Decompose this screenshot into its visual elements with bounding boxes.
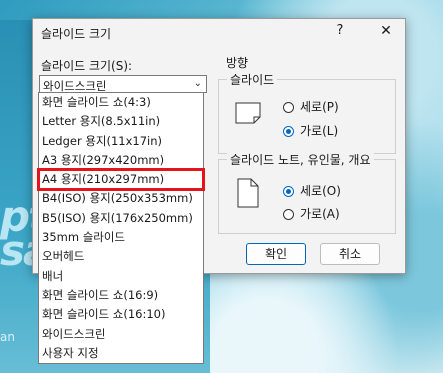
slide-small-text: an (0, 330, 15, 344)
dropdown-option[interactable]: 화면 슬라이드 쇼(4:3) (39, 93, 203, 112)
landscape-page-icon (235, 102, 261, 124)
slide-size-select[interactable]: 와이드스크린 ⌄ (39, 75, 207, 93)
radio-label: 가로(L) (300, 124, 339, 138)
radio-selected-icon (283, 126, 294, 137)
dropdown-option[interactable]: 배너 (39, 267, 203, 286)
notes-portrait-radio[interactable]: 세로(O) (283, 182, 341, 199)
dropdown-option[interactable]: B4(ISO) 용지(250x353mm) (39, 189, 203, 208)
dropdown-option[interactable]: 사용자 지정 (39, 344, 203, 363)
slide-size-dropdown-list[interactable]: 화면 슬라이드 쇼(4:3) Letter 용지(8.5x11in) Ledger … (37, 92, 205, 364)
slides-orientation-group: 슬라이드 세로(P) 가로(L) (218, 71, 396, 154)
close-button[interactable]: ✕ (376, 23, 396, 39)
dropdown-option[interactable]: 35mm 슬라이드 (39, 228, 203, 247)
radio-circle-icon (283, 209, 294, 220)
slide-size-label: 슬라이드 크기(S): (41, 59, 133, 73)
dropdown-option[interactable]: B5(ISO) 용지(176x250mm) (39, 209, 203, 228)
slides-landscape-radio[interactable]: 가로(L) (283, 122, 338, 139)
dropdown-option[interactable]: 와이드스크린 (39, 325, 203, 344)
notes-orientation-group: 슬라이드 노트, 유인물, 개요 세로(O) 가로(A) (218, 151, 396, 234)
dropdown-option[interactable]: 화면 슬라이드 쇼(16:10) (39, 305, 203, 324)
notes-landscape-radio[interactable]: 가로(A) (283, 205, 340, 222)
radio-circle-icon (283, 102, 294, 113)
radio-label: 세로(O) (300, 184, 341, 198)
dropdown-option[interactable]: Ledger 용지(11x17in) (39, 132, 203, 151)
radio-label: 가로(A) (300, 207, 340, 221)
radio-selected-icon (283, 186, 294, 197)
dropdown-option[interactable]: 화면 슬라이드 쇼(16:9) (39, 286, 203, 305)
notes-group-label: 슬라이드 노트, 유인물, 개요 (227, 151, 374, 168)
cancel-button[interactable]: 취소 (320, 243, 380, 265)
dropdown-option[interactable]: 오버헤드 (39, 247, 203, 266)
slides-group-label: 슬라이드 (227, 71, 278, 88)
dropdown-option[interactable]: A4 용지(210x297mm) (37, 168, 205, 192)
dialog-title: 슬라이드 크기 (41, 27, 112, 41)
slides-portrait-radio[interactable]: 세로(P) (283, 98, 339, 115)
help-button[interactable]: ? (330, 23, 350, 38)
dropdown-option[interactable]: Letter 용지(8.5x11in) (39, 112, 203, 131)
ok-button[interactable]: 확인 (246, 243, 306, 265)
dropdown-option[interactable]: A3 용지(297x420mm) (39, 151, 203, 170)
chevron-down-icon[interactable]: ⌄ (194, 78, 202, 89)
orientation-label: 방향 (226, 56, 249, 70)
portrait-page-icon (237, 178, 259, 208)
radio-label: 세로(P) (300, 100, 339, 114)
